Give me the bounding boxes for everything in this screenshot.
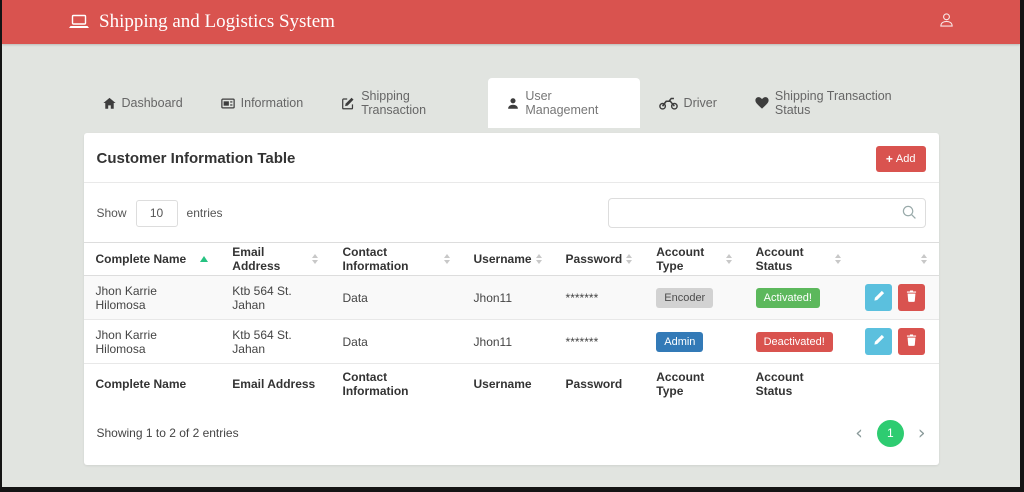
laptop-icon [68, 14, 90, 30]
entries-label: entries [186, 206, 223, 220]
chevron-left-icon[interactable]: ‹ [855, 423, 863, 443]
cell-email-address: Ktb 564 St. Jahan [220, 275, 331, 320]
customer-table: Complete Name Email Address Contact Info… [83, 242, 939, 404]
cell-complete-name: Jhon Karrie Hilomosa [83, 275, 221, 320]
edit-square-icon [341, 97, 355, 110]
pagination: ‹ 1 › [855, 419, 926, 447]
tab-label: Shipping Transaction Status [774, 89, 892, 117]
plus-icon: + [885, 152, 893, 166]
sort-icon [725, 254, 732, 264]
table-header-row: Complete Name Email Address Contact Info… [83, 242, 939, 276]
sort-icon [920, 254, 927, 264]
col-username[interactable]: Username [461, 242, 554, 276]
account-status-badge: Activated! [755, 287, 820, 308]
tab-shipping-transaction[interactable]: Shipping Transaction [322, 78, 488, 128]
pencil-icon [873, 334, 885, 349]
cell-username: Jhon11 [461, 275, 554, 320]
account-type-badge: Encoder [656, 287, 714, 308]
col-contact-information[interactable]: Contact Information [330, 242, 462, 276]
account-type-badge: Admin [656, 331, 704, 352]
foot-account-type: Account Type [656, 369, 705, 398]
col-account-type[interactable]: Account Type [644, 242, 744, 276]
foot-complete-name: Complete Name [95, 376, 187, 391]
pencil-icon [873, 290, 885, 305]
cell-contact-information: Data [330, 319, 462, 364]
cell-username: Jhon11 [461, 319, 554, 364]
col-email-address[interactable]: Email Address [220, 242, 331, 276]
sort-icon [535, 254, 542, 264]
col-actions[interactable] [853, 242, 939, 276]
trash-icon [906, 334, 917, 349]
show-label: Show [96, 206, 127, 220]
foot-contact-information: Contact Information [342, 369, 409, 398]
foot-actions [853, 364, 938, 404]
app-title: Shipping and Logistics System [99, 11, 335, 32]
account-status-badge: Deactivated! [755, 331, 833, 352]
tab-user-management[interactable]: User Management [488, 78, 640, 128]
tab-information[interactable]: Information [202, 78, 323, 128]
tab-driver[interactable]: Driver [640, 78, 736, 128]
app-brand: Shipping and Logistics System [68, 11, 335, 33]
delete-button[interactable] [898, 328, 926, 355]
add-button[interactable]: + Add [875, 146, 926, 172]
chevron-right-icon[interactable]: › [918, 423, 926, 443]
cell-password: ******* [553, 319, 645, 364]
heart-icon [755, 97, 769, 109]
page-length-control: Show 10 entries [96, 199, 223, 227]
page-1-button[interactable]: 1 [876, 419, 904, 447]
delete-button[interactable] [898, 284, 926, 311]
search-input[interactable] [607, 198, 926, 228]
table-footer-row: Complete Name Email Address Contact Info… [84, 364, 939, 404]
tab-shipping-transaction-status[interactable]: Shipping Transaction Status [736, 78, 939, 128]
tab-label: Dashboard [121, 96, 183, 110]
cell-password: ******* [553, 275, 645, 320]
edit-button[interactable] [865, 328, 893, 355]
table-row: Jhon Karrie Hilomosa Ktb 564 St. Jahan D… [83, 275, 939, 320]
sort-icon [835, 254, 842, 264]
col-password[interactable]: Password [553, 242, 645, 276]
customer-information-panel: Customer Information Table + Add Show 10… [83, 133, 939, 465]
table-row: Jhon Karrie Hilomosa Ktb 564 St. Jahan D… [83, 319, 939, 364]
panel-title: Customer Information Table [96, 150, 296, 167]
tab-label: Driver [683, 96, 717, 110]
tab-dashboard[interactable]: Dashboard [84, 78, 202, 128]
entries-select[interactable]: 10 [135, 199, 178, 227]
col-complete-name[interactable]: Complete Name [83, 242, 221, 276]
tab-label: Information [240, 96, 304, 110]
main-nav: Dashboard Information Shipping Transacti… [84, 78, 939, 128]
newspaper-icon [220, 97, 235, 110]
sort-icon [626, 254, 633, 264]
home-icon [102, 97, 116, 110]
tab-label: Shipping Transaction [361, 89, 427, 117]
sort-asc-icon [200, 256, 209, 262]
user-icon [507, 97, 519, 110]
cell-email-address: Ktb 564 St. Jahan [220, 319, 331, 364]
trash-icon [906, 290, 917, 305]
sort-icon [312, 254, 319, 264]
account-user-icon[interactable] [939, 12, 954, 33]
motorcycle-icon [658, 97, 678, 110]
foot-email-address: Email Address [232, 376, 316, 391]
entries-summary: Showing 1 to 2 of 2 entries [96, 426, 239, 440]
foot-username: Username [473, 376, 532, 391]
sort-icon [443, 254, 450, 264]
top-header-bar: Shipping and Logistics System [2, 0, 1020, 44]
tab-label: User Management [525, 89, 599, 117]
foot-password: Password [565, 376, 623, 391]
app-screen: Shipping and Logistics System Dashboard [2, 0, 1020, 487]
foot-account-status: Account Status [755, 369, 804, 398]
edit-button[interactable] [865, 284, 893, 311]
cell-complete-name: Jhon Karrie Hilomosa [83, 319, 221, 364]
cell-contact-information: Data [330, 275, 462, 320]
col-account-status[interactable]: Account Status [743, 242, 854, 276]
